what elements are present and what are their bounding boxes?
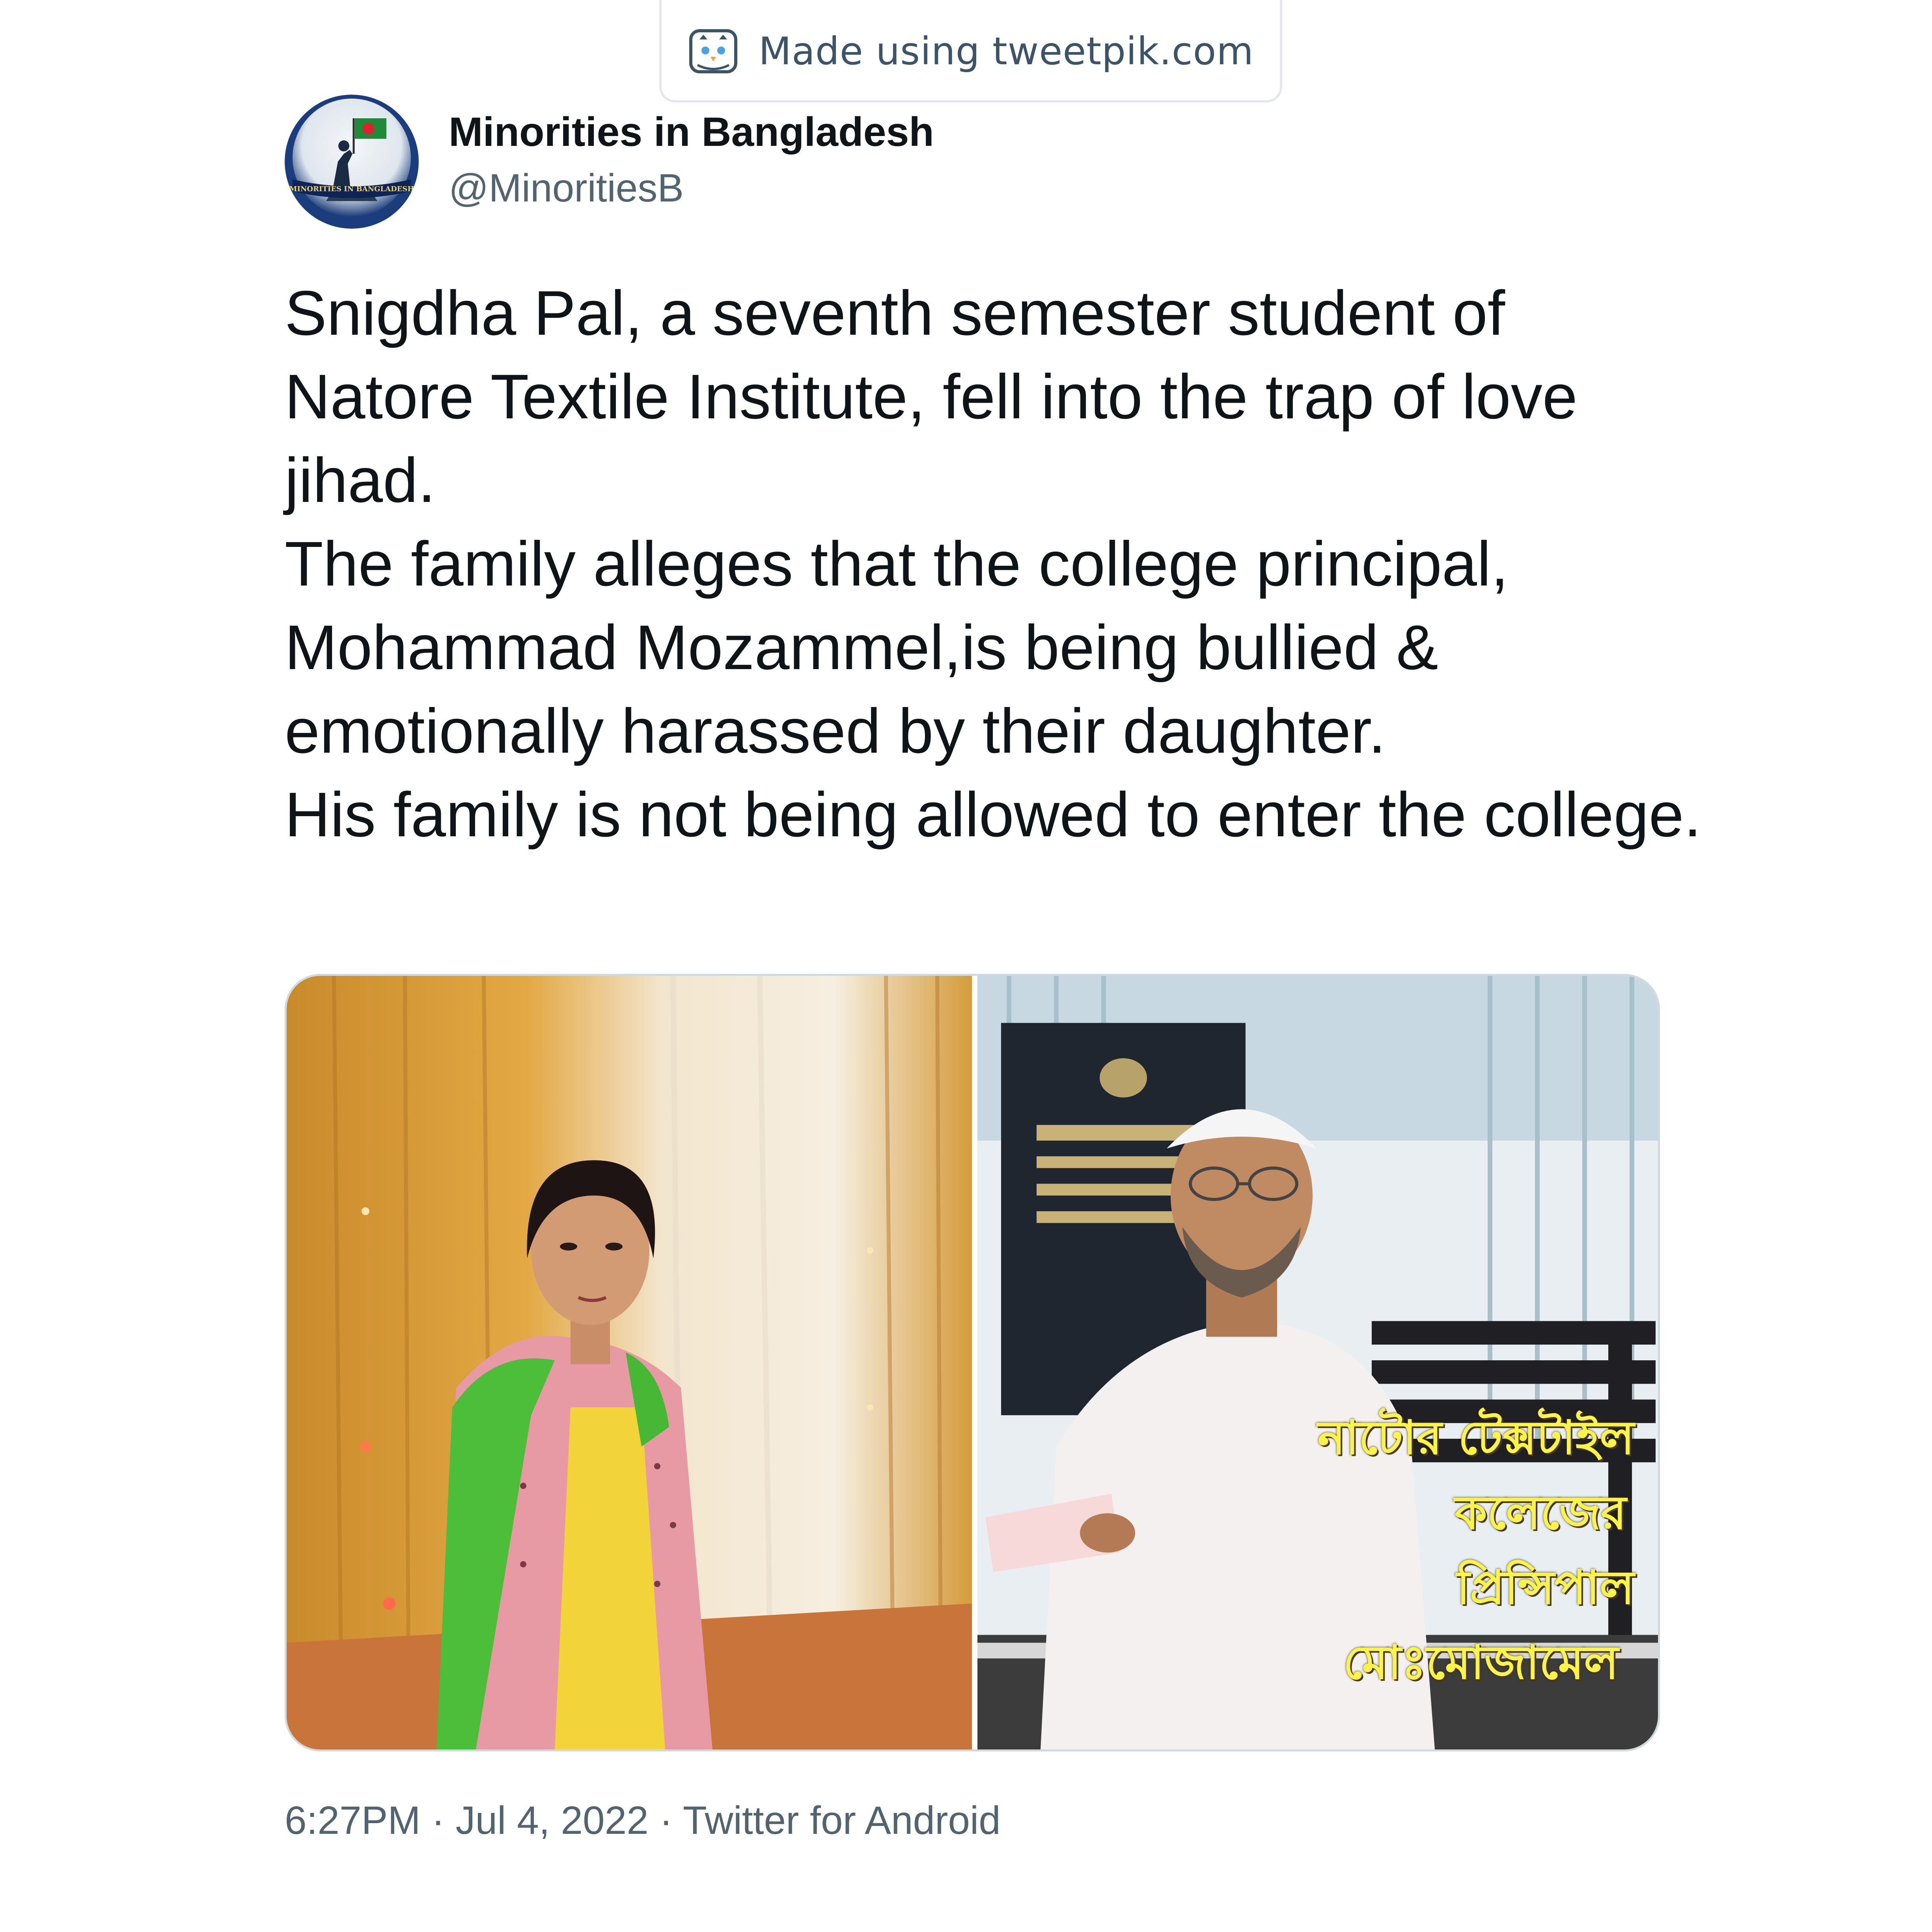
- tweet-text: Snigdha Pal, a seventh semester student …: [285, 271, 1704, 856]
- tweet-time[interactable]: 6:27PM: [285, 1798, 421, 1842]
- tweet-paragraph-3: His family is not being allowed to enter…: [285, 779, 1702, 850]
- watermark-label: Made using tweetpik.com: [759, 29, 1254, 73]
- tweetpik-watermark[interactable]: Made using tweetpik.com: [659, 0, 1282, 103]
- tweet-paragraph-1: Snigdha Pal, a seventh semester student …: [285, 278, 1578, 515]
- avatar[interactable]: MINORITIES IN BANGLADESH: [285, 95, 419, 229]
- photo-caption-line-2: কলেজের: [1455, 1485, 1626, 1540]
- tweet-paragraph-2: The family alleges that the college prin…: [285, 528, 1509, 766]
- avatar-banner-text: MINORITIES IN BANGLADESH: [289, 185, 414, 193]
- tweet-source[interactable]: Twitter for Android: [683, 1798, 1001, 1842]
- meta-separator: ·: [431, 1798, 445, 1842]
- photo-caption-line-1: নাটোর টেক্সটাইল: [1317, 1410, 1634, 1465]
- tweet-card: Made using tweetpik.com MINORITIES IN BA…: [0, 0, 1932, 1932]
- tweetpik-bird-icon: [689, 29, 738, 73]
- photo-young-woman[interactable]: [287, 976, 972, 1749]
- tweet-date[interactable]: Jul 4, 2022: [456, 1798, 649, 1842]
- tweet-media[interactable]: নাটোর টেক্সটাইল কলেজের প্রিন্সিপাল মোঃমো…: [285, 974, 1660, 1751]
- author-handle[interactable]: @MinoritiesB: [449, 166, 684, 211]
- author-display-name[interactable]: Minorities in Bangladesh: [449, 109, 934, 156]
- tweet-meta: 6:27PM · Jul 4, 2022 · Twitter for Andro…: [285, 1798, 1001, 1843]
- meta-separator: ·: [659, 1798, 673, 1842]
- photo-caption-line-4: মোঃমোজামেল: [1343, 1635, 1619, 1690]
- photo-caption-line-3: প্রিন্সিপাল: [1456, 1560, 1634, 1615]
- media-divider: [972, 976, 977, 1749]
